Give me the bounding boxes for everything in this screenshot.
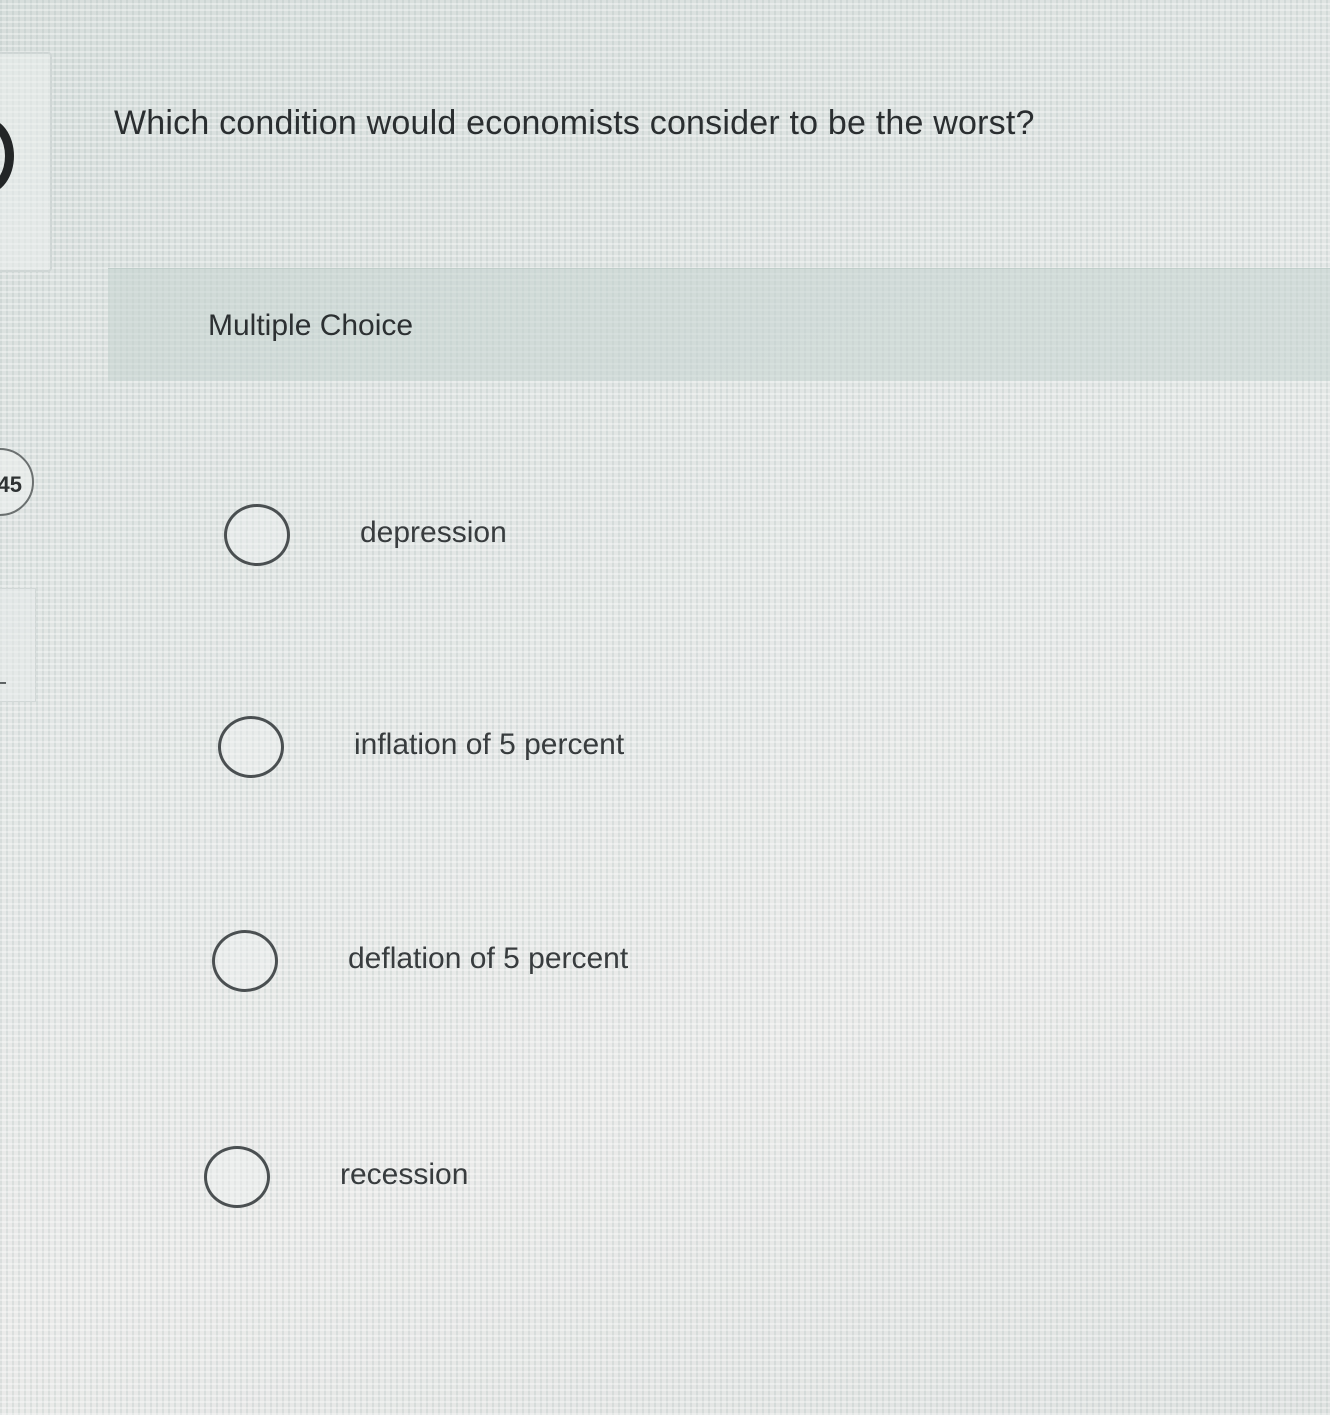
multiple-choice-label: Multiple Choice [208, 309, 414, 342]
choice-label: inflation of 5 percent [354, 728, 625, 761]
choice-label: depression [360, 516, 507, 549]
radio-button[interactable] [224, 504, 290, 566]
choice-label: recession [340, 1158, 469, 1191]
answer-area: Multiple Choice depression inflation of … [108, 268, 1330, 1415]
side-mark [0, 682, 6, 684]
multiple-choice-header: Multiple Choice [108, 268, 1330, 381]
radio-button[interactable] [218, 716, 284, 778]
question-number-text: 45 [0, 472, 22, 497]
question-text: Which condition would economists conside… [114, 104, 1035, 142]
radio-button[interactable] [204, 1146, 270, 1208]
radio-button[interactable] [212, 930, 278, 992]
choice-label: deflation of 5 percent [348, 942, 629, 975]
side-navigation-panel [0, 588, 36, 702]
question-number-badge[interactable]: 45 [0, 448, 34, 516]
